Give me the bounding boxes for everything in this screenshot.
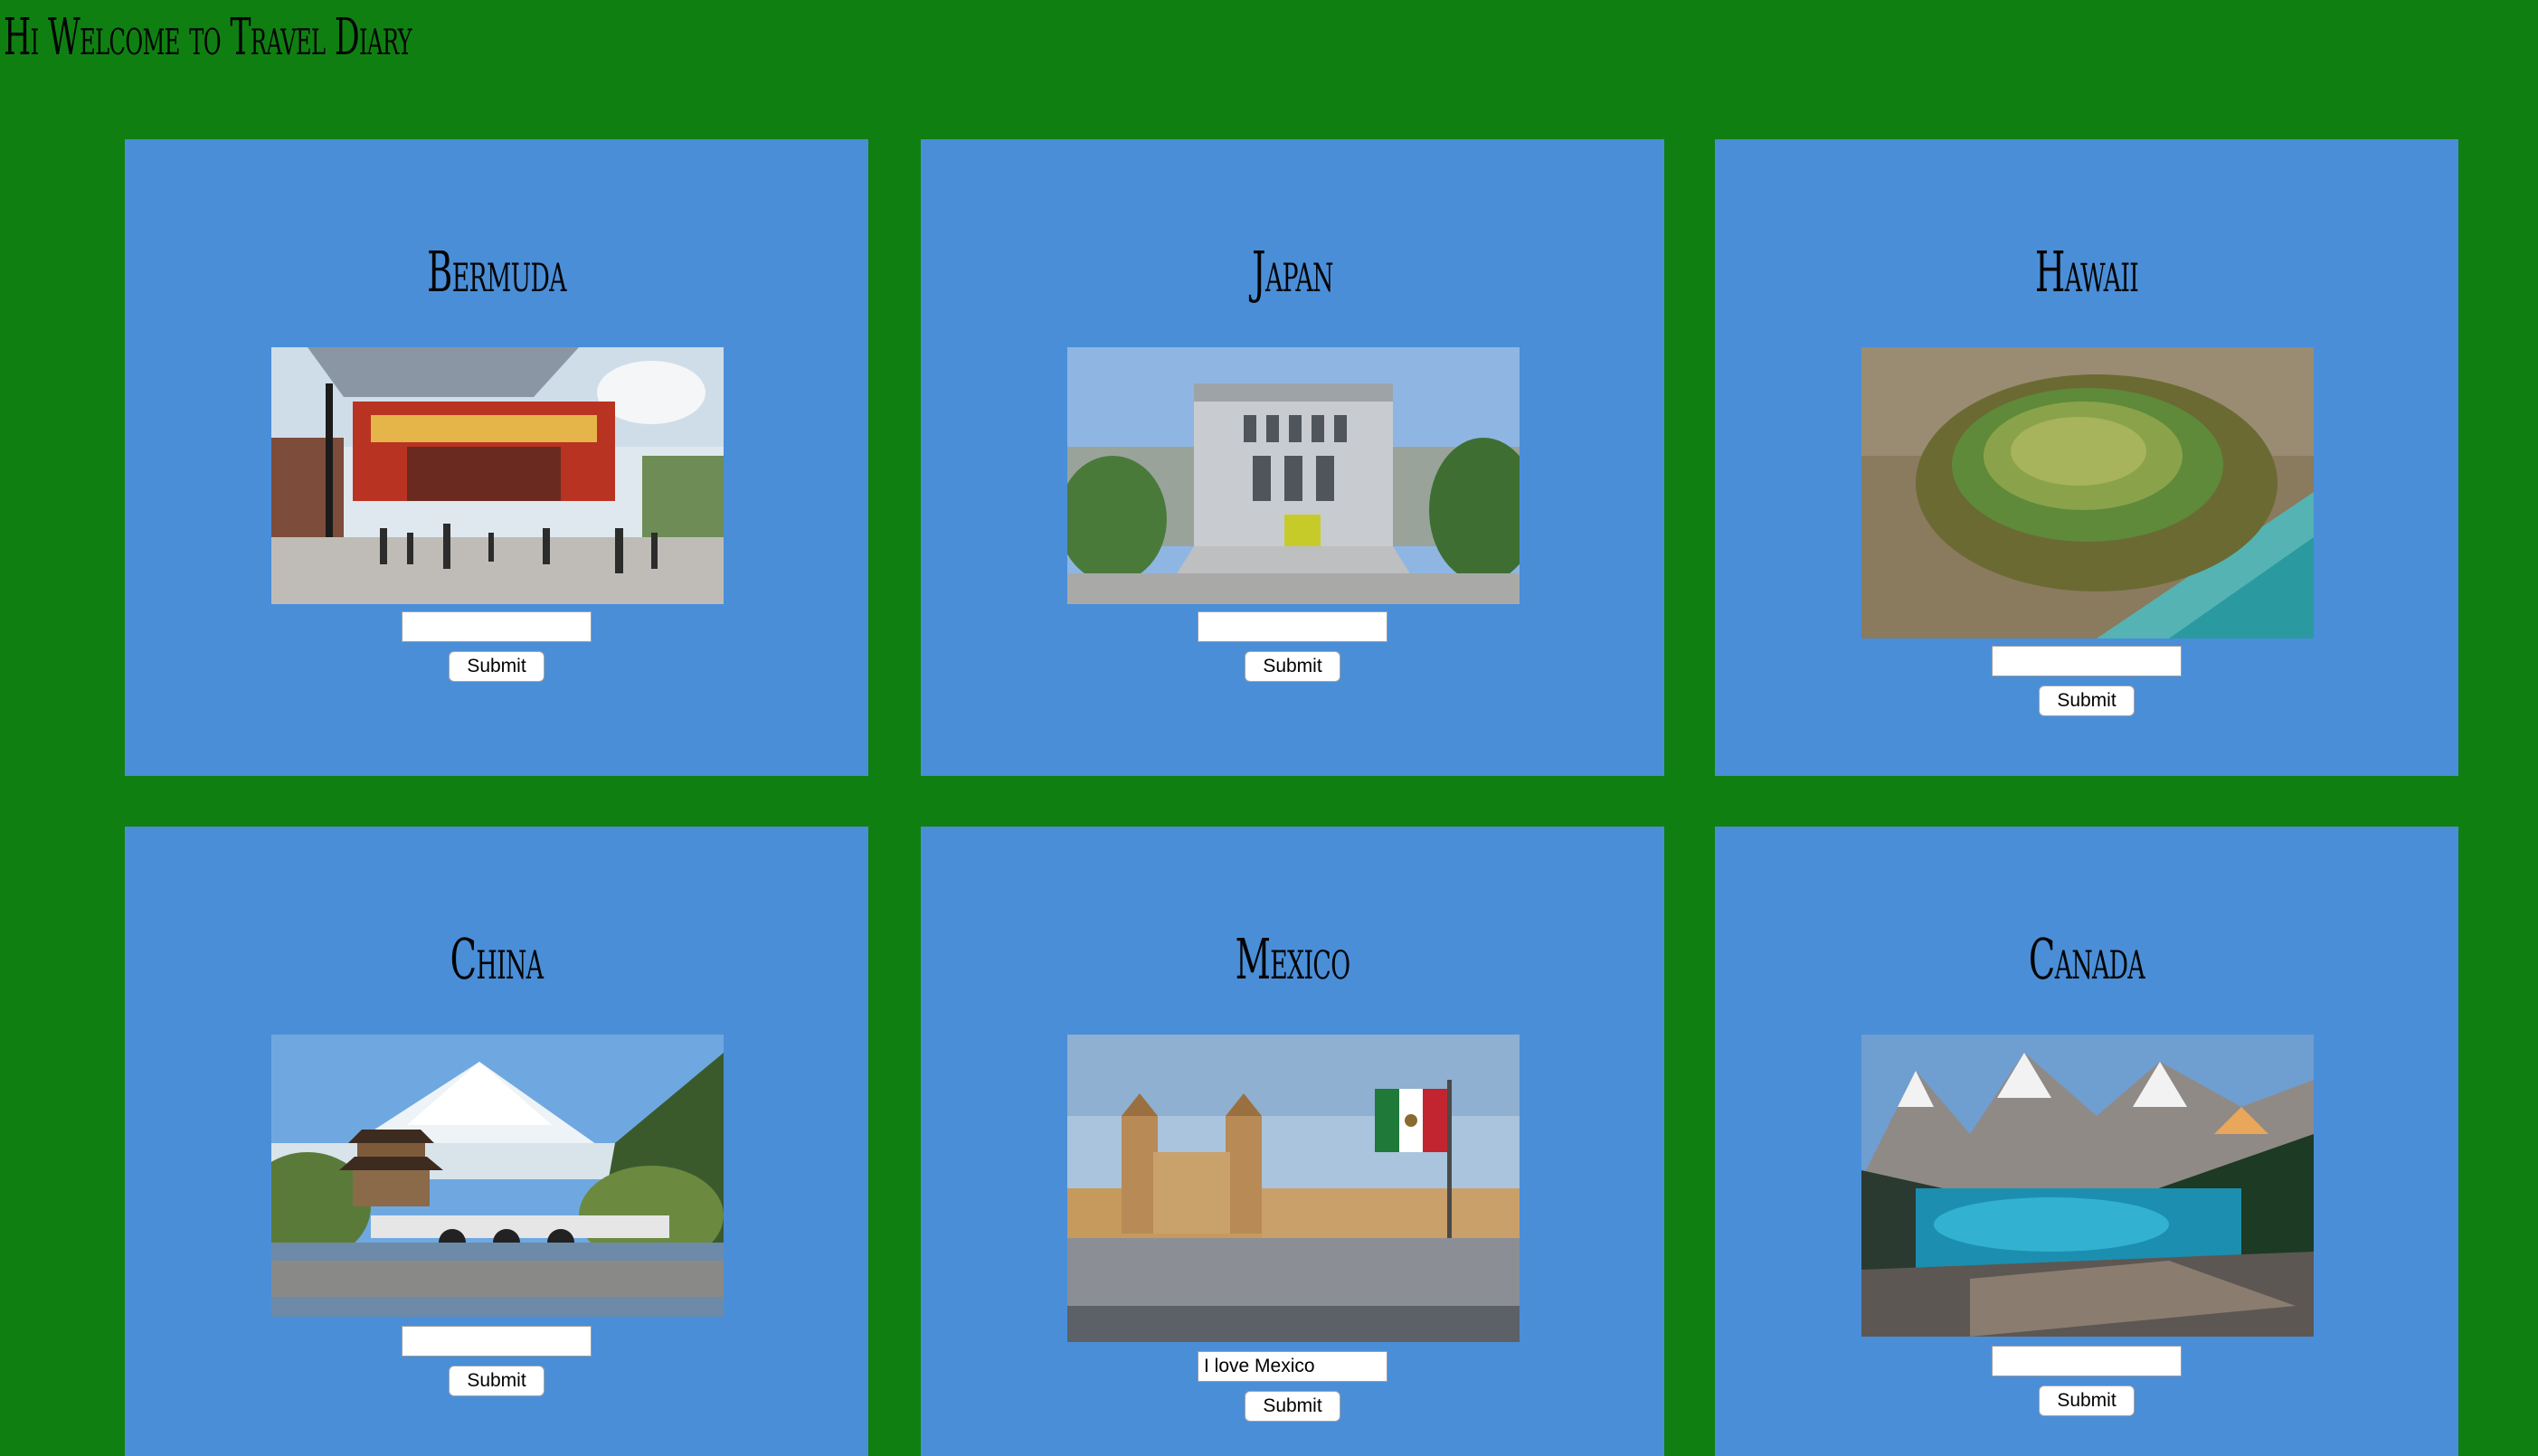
submit-button[interactable]: Submit <box>2039 1385 2135 1416</box>
card-title: Mexico <box>1235 926 1350 992</box>
museum-building-photo <box>1067 347 1520 604</box>
submit-button[interactable]: Submit <box>1245 1391 1340 1422</box>
diary-entry-input[interactable] <box>1198 1351 1387 1382</box>
card-title: Hawaii <box>2034 239 2139 305</box>
destination-card-canada: Canada Submit <box>1715 827 2458 1456</box>
card-title: Canada <box>2028 926 2145 992</box>
diary-entry-input[interactable] <box>1992 1346 2182 1376</box>
submit-button[interactable]: Submit <box>1245 651 1340 682</box>
volcanic-crater-photo <box>1861 347 2314 638</box>
page-title: Hi Welcome to Travel Diary <box>4 8 412 67</box>
destination-card-bermuda: Bermuda Submit <box>125 139 868 776</box>
mountain-lake-photo <box>1861 1035 2314 1337</box>
submit-button[interactable]: Submit <box>449 651 545 682</box>
destination-card-china: China Submit <box>125 827 868 1456</box>
pagoda-lake-photo <box>271 1035 724 1317</box>
card-title: Bermuda <box>427 239 566 305</box>
destination-card-japan: Japan Submit <box>921 139 1664 776</box>
card-title: Japan <box>1252 239 1333 305</box>
cathedral-plaza-flag-photo <box>1067 1035 1520 1342</box>
submit-button[interactable]: Submit <box>2039 685 2135 716</box>
destination-card-hawaii: Hawaii Submit <box>1715 139 2458 776</box>
street-scene-photo <box>271 347 724 604</box>
diary-entry-input[interactable] <box>402 611 592 642</box>
diary-entry-input[interactable] <box>1198 611 1387 642</box>
submit-button[interactable]: Submit <box>449 1366 545 1396</box>
diary-entry-input[interactable] <box>1992 646 2182 676</box>
card-title: China <box>450 926 544 992</box>
diary-entry-input[interactable] <box>402 1326 592 1357</box>
destination-card-mexico: Mexico Submit <box>921 827 1664 1456</box>
